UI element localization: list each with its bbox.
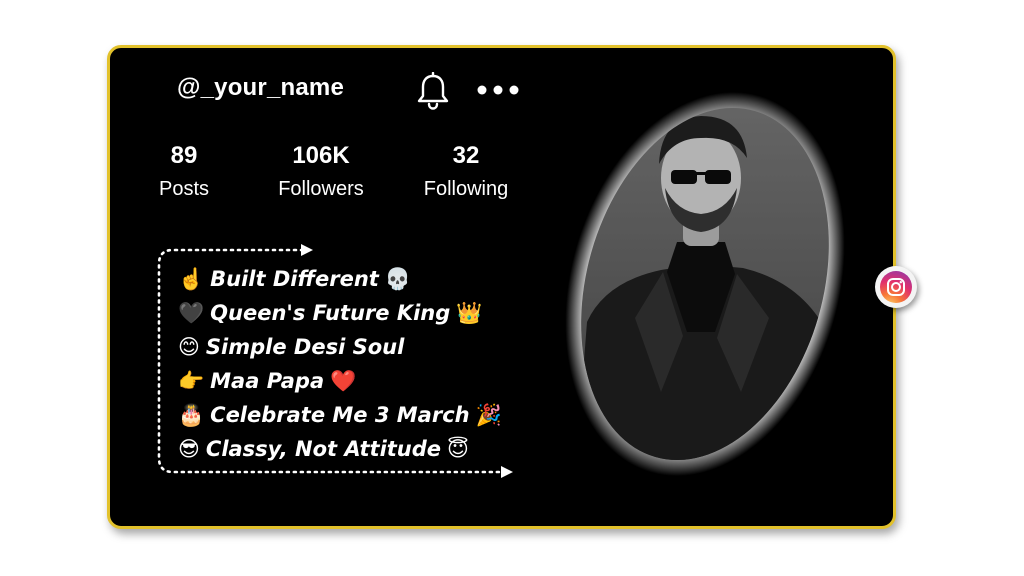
bio-text: Classy, Not Attitude xyxy=(205,437,442,461)
sunglasses-emoji-icon: 😎 xyxy=(178,437,200,461)
bio-text: Queen's Future King xyxy=(210,301,451,325)
bio-line: 😊 Simple Desi Soul xyxy=(178,330,538,364)
profile-card: @_your_name 89 Posts 106K Followers 32 F… xyxy=(107,45,896,529)
crown-emoji-icon: 👑 xyxy=(456,301,483,325)
bio-line: 😎 Classy, Not Attitude 😇 xyxy=(178,432,538,466)
stat-following-value: 32 xyxy=(452,142,480,169)
stat-posts-value: 89 xyxy=(170,142,198,169)
stat-followers-value: 106K xyxy=(292,142,350,169)
birthday-cake-emoji-icon: 🎂 xyxy=(178,403,205,427)
stat-posts-label: Posts xyxy=(158,178,210,200)
black-heart-emoji-icon: 🖤 xyxy=(178,301,205,325)
pointing-right-emoji-icon: 👉 xyxy=(178,369,205,393)
camera-glyph xyxy=(887,278,905,296)
bio-line: ☝️ Built Different 💀 xyxy=(178,262,538,296)
halo-emoji-icon: 😇 xyxy=(447,437,469,461)
bio-text: Maa Papa xyxy=(210,369,325,393)
skull-emoji-icon: 💀 xyxy=(384,267,411,291)
bio-line: 👉 Maa Papa ❤️ xyxy=(178,364,538,398)
bio-text: Simple Desi Soul xyxy=(205,335,405,359)
bio-text: Celebrate Me 3 March xyxy=(210,403,470,427)
bio-line: 🎂 Celebrate Me 3 March 🎉 xyxy=(178,398,538,432)
profile-username[interactable]: @_your_name xyxy=(177,74,344,102)
stat-followers[interactable]: 106K Followers xyxy=(266,142,376,202)
pointing-up-emoji-icon: ☝️ xyxy=(178,267,205,291)
stat-following-label: Following xyxy=(423,178,509,200)
smiling-face-emoji-icon: 😊 xyxy=(178,335,200,359)
instagram-icon[interactable] xyxy=(875,266,917,308)
party-popper-emoji-icon: 🎉 xyxy=(475,403,502,427)
bio-line: 🖤 Queen's Future King 👑 xyxy=(178,296,538,330)
profile-photo[interactable] xyxy=(565,92,845,477)
instagram-logo xyxy=(880,271,912,303)
more-options-icon[interactable] xyxy=(476,84,520,96)
stat-followers-label: Followers xyxy=(278,178,364,200)
bell-icon[interactable] xyxy=(416,72,450,110)
stat-following[interactable]: 32 Following xyxy=(416,142,516,202)
stat-posts[interactable]: 89 Posts xyxy=(144,142,224,202)
profile-bio: ☝️ Built Different 💀 🖤 Queen's Future King 👑… xyxy=(178,262,538,466)
red-heart-emoji-icon: ❤️ xyxy=(330,369,357,393)
bio-text: Built Different xyxy=(210,267,379,291)
